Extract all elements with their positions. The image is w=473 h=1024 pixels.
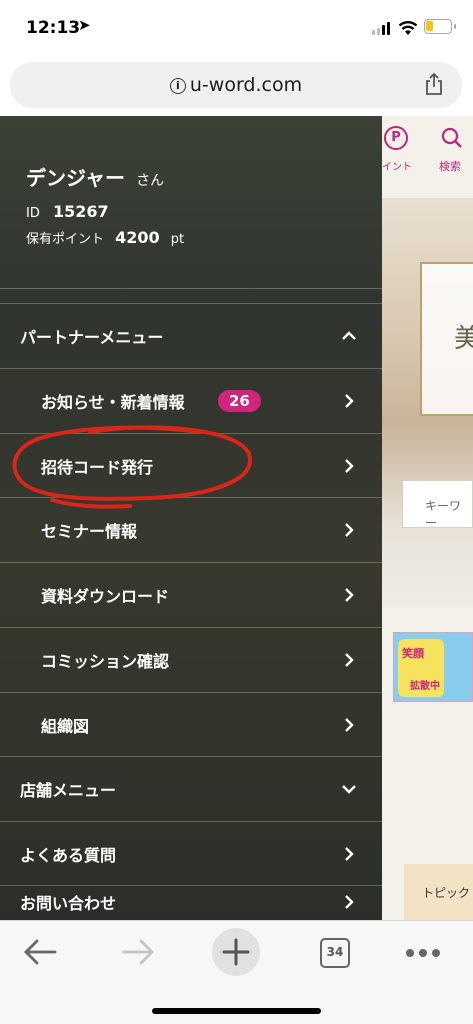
search-nav-label: 検索 bbox=[439, 160, 461, 173]
status-time: 12:13 bbox=[26, 18, 81, 38]
chevron-down-icon bbox=[342, 785, 356, 794]
downloads-label: 資料ダウンロード bbox=[41, 587, 170, 606]
menu-store-header[interactable]: 店舗メニュー bbox=[0, 756, 382, 821]
url-text: u-word.com bbox=[189, 74, 303, 96]
store-menu-label: 店舗メニュー bbox=[20, 781, 117, 800]
points-label: 保有ポイント bbox=[26, 232, 105, 247]
menu-item-org-chart[interactable]: 組織図 bbox=[0, 692, 382, 756]
promo-banner[interactable]: 笑顔 拡散中 bbox=[393, 632, 473, 702]
menu-partner-header[interactable]: パートナーメニュー bbox=[0, 303, 382, 368]
hero-text: 美 bbox=[454, 324, 473, 354]
org-chart-label: 組織図 bbox=[41, 716, 90, 736]
chevron-right-icon bbox=[345, 523, 354, 537]
id-value: 15267 bbox=[52, 202, 109, 221]
forward-arrow-icon[interactable] bbox=[120, 937, 156, 967]
points-unit: pt bbox=[170, 232, 185, 247]
faq-label: よくある質問 bbox=[20, 845, 117, 865]
keyword-field[interactable]: キーワー bbox=[402, 480, 473, 530]
points-value: 4200 bbox=[115, 228, 160, 247]
chevron-right-icon bbox=[345, 717, 354, 732]
battery-icon bbox=[424, 19, 456, 34]
banner-text-bottom: 拡散中 bbox=[410, 681, 440, 692]
search-nav[interactable]: 検索 bbox=[436, 116, 473, 188]
address-bar[interactable]: i u-word.com bbox=[10, 62, 462, 108]
news-count-badge: 26 bbox=[218, 390, 261, 412]
back-arrow-icon[interactable] bbox=[22, 937, 58, 967]
chevron-right-icon bbox=[345, 394, 354, 408]
partner-menu-label: パートナーメニュー bbox=[20, 328, 164, 347]
menu-item-commission[interactable]: コミッション確認 bbox=[0, 627, 382, 692]
url-row: i u-word.com bbox=[10, 74, 462, 96]
tab-count: 34 bbox=[326, 945, 344, 959]
plus-icon bbox=[222, 938, 250, 966]
menu-faq[interactable]: よくある質問 bbox=[0, 821, 382, 885]
keyword-placeholder: キーワー bbox=[425, 499, 462, 530]
points-icon: P bbox=[384, 126, 408, 150]
chevron-right-icon bbox=[345, 653, 354, 667]
browser-toolbar: 34 bbox=[0, 920, 473, 1024]
user-suffix: さん bbox=[136, 173, 165, 189]
contact-label: お問い合わせ bbox=[20, 894, 117, 913]
user-name-row: デンジャー さん bbox=[26, 162, 164, 191]
info-icon: i bbox=[169, 78, 186, 94]
user-points-row: 保有ポイント 4200 pt bbox=[26, 228, 184, 247]
signal-icon bbox=[372, 22, 392, 35]
more-icon[interactable] bbox=[406, 947, 442, 959]
chevron-right-icon bbox=[345, 895, 354, 909]
user-id-row: ID 15267 bbox=[26, 202, 109, 221]
share-icon[interactable] bbox=[424, 72, 444, 96]
user-name: デンジャー bbox=[26, 166, 125, 190]
menu-item-downloads[interactable]: 資料ダウンロード bbox=[0, 562, 382, 627]
points-nav[interactable]: P イント bbox=[382, 116, 428, 188]
chevron-right-icon bbox=[345, 458, 354, 473]
new-tab-button[interactable] bbox=[212, 928, 260, 976]
chevron-right-icon bbox=[345, 846, 354, 861]
topic-label: トピック bbox=[422, 886, 471, 900]
id-label: ID bbox=[26, 206, 40, 221]
chevron-right-icon bbox=[345, 588, 354, 602]
topic-box[interactable]: トピック bbox=[404, 864, 473, 920]
tab-switcher-button[interactable]: 34 bbox=[320, 938, 350, 968]
location-icon: ➤ bbox=[78, 16, 91, 34]
chevron-up-icon bbox=[342, 331, 356, 340]
status-bar: 12:13 ➤ bbox=[0, 0, 473, 58]
divider bbox=[0, 288, 382, 289]
banner-text-top: 笑顔 bbox=[402, 647, 424, 660]
seminar-label: セミナー情報 bbox=[41, 522, 138, 541]
wifi-icon bbox=[398, 21, 418, 35]
home-indicator bbox=[152, 1008, 321, 1014]
search-icon bbox=[441, 127, 462, 148]
points-nav-label: イント bbox=[382, 162, 412, 173]
annotation-circle bbox=[12, 425, 253, 509]
commission-label: コミッション確認 bbox=[41, 652, 170, 671]
